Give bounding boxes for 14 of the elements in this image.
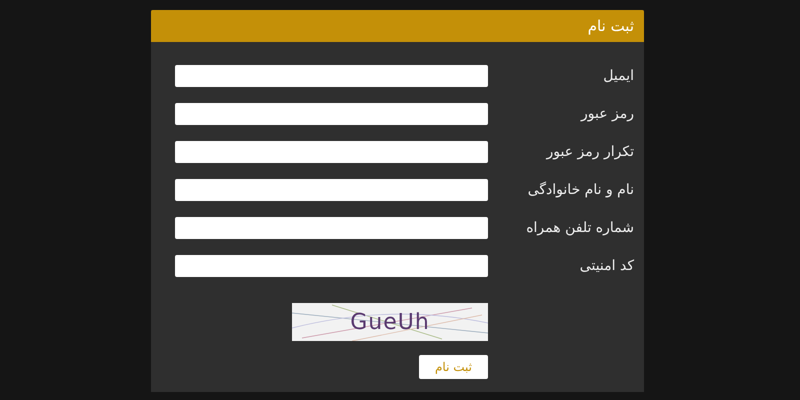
input-field[interactable] [175,255,488,277]
field-label: ایمیل [602,68,635,84]
input-field[interactable] [175,217,488,239]
form-title: ثبت نام [588,17,634,35]
field-label: کد امنیتی [578,258,635,274]
input-field[interactable] [175,179,488,201]
submit-button[interactable]: ثبت نام [419,355,488,379]
input-field[interactable] [175,103,488,125]
input-field[interactable] [175,141,488,163]
field-label: رمز عبور [579,106,635,122]
field-label: نام و نام خانوادگی [526,182,635,198]
field-label: تکرار رمز عبور [544,144,635,160]
field-label: شماره تلفن همراه [525,220,635,236]
input-field[interactable] [175,65,488,87]
